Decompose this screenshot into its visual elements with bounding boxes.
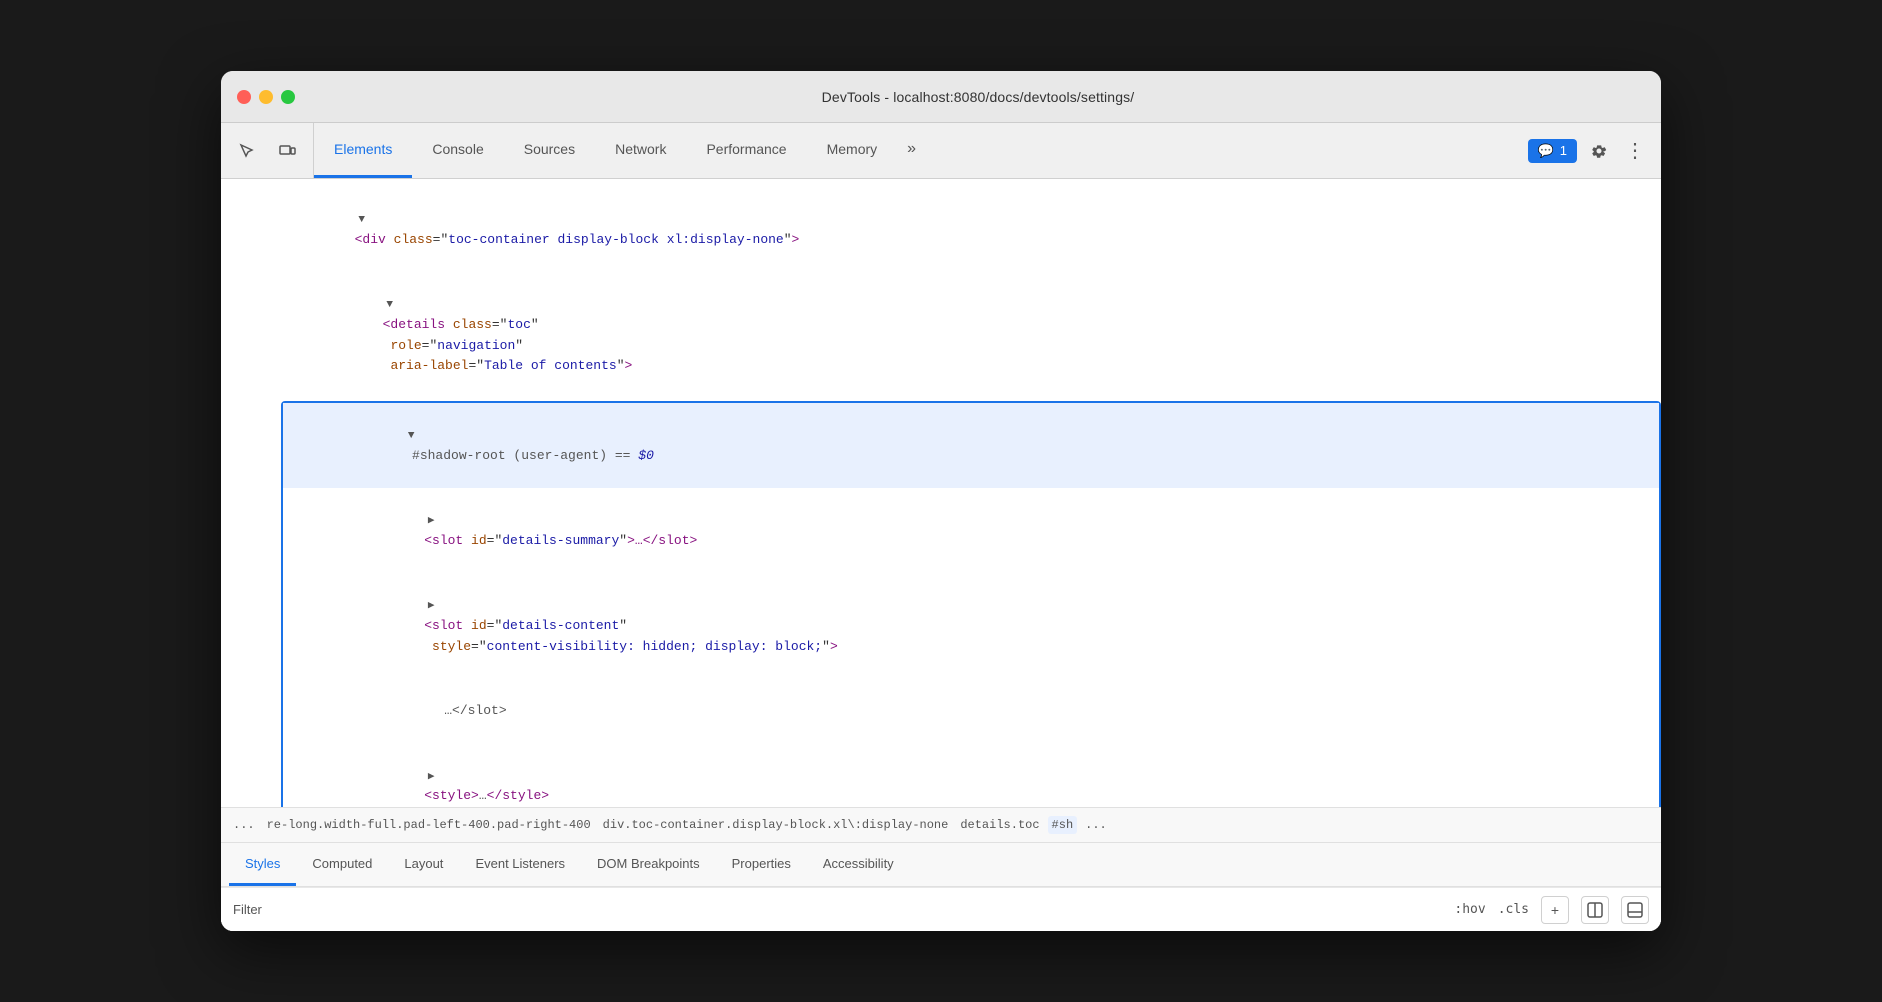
elements-panel: <div class="toc-container display-block … <box>221 179 1661 931</box>
tab-more[interactable]: » <box>897 123 926 178</box>
breadcrumb-item-2[interactable]: details.toc <box>956 816 1043 834</box>
tab-elements[interactable]: Elements <box>314 123 412 178</box>
device-icon[interactable] <box>273 137 301 165</box>
shadow-root-container: #shadow-root (user-agent) == $0 <slot id… <box>281 401 1661 807</box>
bottom-tab-accessibility[interactable]: Accessibility <box>807 843 910 886</box>
notification-count: 1 <box>1560 143 1567 158</box>
bottom-tab-computed[interactable]: Computed <box>296 843 388 886</box>
settings-button[interactable] <box>1585 137 1613 165</box>
filter-label: Filter <box>233 902 262 917</box>
bottom-tab-layout[interactable]: Layout <box>388 843 459 886</box>
tabs-bar: Elements Console Sources Network Perform… <box>221 123 1661 179</box>
cursor-icon[interactable] <box>233 137 261 165</box>
tab-memory[interactable]: Memory <box>807 123 898 178</box>
dock-icon <box>1627 902 1643 918</box>
cls-button[interactable]: .cls <box>1498 902 1529 917</box>
dom-line-div-toc[interactable]: <div class="toc-container display-block … <box>221 187 1661 272</box>
dom-line-slot-content-close[interactable]: …</slot> <box>283 679 1659 743</box>
window-title: DevTools - localhost:8080/docs/devtools/… <box>311 89 1645 105</box>
minimize-button[interactable] <box>259 90 273 104</box>
tab-performance[interactable]: Performance <box>686 123 806 178</box>
bottom-tab-dom-breakpoints[interactable]: DOM Breakpoints <box>581 843 716 886</box>
bottom-tab-event-listeners[interactable]: Event Listeners <box>459 843 581 886</box>
devtools-window: DevTools - localhost:8080/docs/devtools/… <box>221 71 1661 931</box>
dock-button[interactable] <box>1621 896 1649 924</box>
breadcrumb-item-3[interactable]: #sh <box>1048 816 1078 834</box>
tabs-right-actions: 💬 1 ⋮ <box>1516 123 1661 178</box>
dom-line-slot-content[interactable]: <slot id="details-content" style="conten… <box>283 573 1659 679</box>
dom-line-details-toc[interactable]: <details class="toc" role="navigation" a… <box>221 272 1661 399</box>
tab-sources[interactable]: Sources <box>504 123 595 178</box>
triangle-shadow-root[interactable] <box>404 425 418 446</box>
devtools-panel: Elements Console Sources Network Perform… <box>221 123 1661 931</box>
triangle-details[interactable] <box>383 294 397 315</box>
bottom-tab-properties[interactable]: Properties <box>716 843 807 886</box>
breadcrumb-bar: ... re-long.width-full.pad-left-400.pad-… <box>221 807 1661 843</box>
tab-console[interactable]: Console <box>412 123 503 178</box>
dom-line-slot-summary[interactable]: <slot id="details-summary">…</slot> <box>283 488 1659 573</box>
close-button[interactable] <box>237 90 251 104</box>
layout-button[interactable] <box>1581 896 1609 924</box>
tab-icon-buttons <box>221 123 314 178</box>
breadcrumb-item-1[interactable]: div.toc-container.display-block.xl\:disp… <box>599 816 953 834</box>
layout-icon <box>1587 902 1603 918</box>
bottom-tab-styles[interactable]: Styles <box>229 843 296 886</box>
traffic-lights <box>237 90 295 104</box>
maximize-button[interactable] <box>281 90 295 104</box>
kebab-button[interactable]: ⋮ <box>1621 137 1649 165</box>
main-tabs: Elements Console Sources Network Perform… <box>314 123 1516 178</box>
dom-tree[interactable]: <div class="toc-container display-block … <box>221 179 1661 807</box>
triangle-div-toc[interactable] <box>355 209 369 230</box>
filter-bar: Filter :hov .cls + <box>221 887 1661 931</box>
filter-actions: :hov .cls + <box>1454 896 1649 924</box>
tab-network[interactable]: Network <box>595 123 686 178</box>
breadcrumb-item-0[interactable]: re-long.width-full.pad-left-400.pad-righ… <box>263 816 595 834</box>
hov-button[interactable]: :hov <box>1454 902 1485 917</box>
breadcrumb-item-dots[interactable]: ... <box>1081 816 1111 834</box>
dom-line-style[interactable]: <style>…</style> <box>283 744 1659 807</box>
notification-icon: 💬 <box>1538 143 1554 159</box>
bottom-panel-tabs: Styles Computed Layout Event Listeners D… <box>221 843 1661 887</box>
breadcrumb-ellipsis: ... <box>233 818 255 832</box>
notification-button[interactable]: 💬 1 <box>1528 139 1577 163</box>
plus-button[interactable]: + <box>1541 896 1569 924</box>
triangle-style[interactable] <box>424 766 438 787</box>
triangle-slot1[interactable] <box>424 510 438 531</box>
triangle-slot2[interactable] <box>424 595 438 616</box>
titlebar: DevTools - localhost:8080/docs/devtools/… <box>221 71 1661 123</box>
shadow-root-header[interactable]: #shadow-root (user-agent) == $0 <box>283 403 1659 488</box>
